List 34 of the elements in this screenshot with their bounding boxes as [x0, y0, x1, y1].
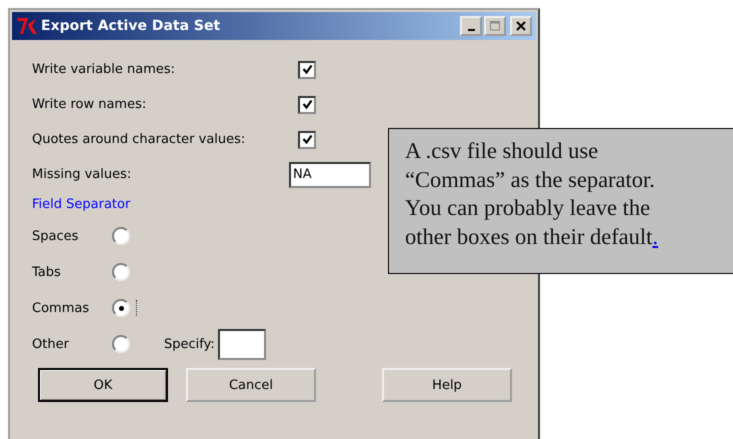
radio-label: Commas	[32, 300, 90, 316]
maximize-icon	[490, 21, 500, 31]
radio-button[interactable]	[112, 299, 130, 317]
focus-indicator	[136, 300, 137, 316]
close-button[interactable]	[510, 16, 532, 36]
minimize-icon	[468, 29, 474, 31]
checkmark-icon	[302, 134, 312, 145]
checkbox-label: Quotes around character values:	[32, 132, 246, 147]
callout-text: A .csv file should use “Commas” as the separator. You can probably leave the other boxes on their default.	[405, 137, 660, 250]
radio-label: Tabs	[32, 264, 62, 280]
close-icon	[516, 21, 526, 31]
field-label: Specify:	[164, 336, 215, 352]
radio-label: Other	[32, 336, 70, 352]
dialog-button[interactable]: Cancel	[186, 368, 316, 402]
dialog-button[interactable]: OK	[38, 368, 168, 402]
checkbox-label: Write variable names:	[32, 62, 176, 77]
checkmark-icon	[302, 99, 312, 110]
window-title: Export Active Data Set	[41, 18, 222, 34]
field-label: Missing values:	[32, 167, 132, 182]
radio-label: Spaces	[32, 228, 80, 244]
checkbox[interactable]	[298, 130, 316, 148]
checkbox[interactable]	[298, 96, 316, 114]
minimize-button[interactable]	[460, 16, 482, 36]
checkbox-label: Write row names:	[32, 97, 148, 112]
input-field[interactable]: NA	[289, 162, 371, 188]
section-heading: Field Separator	[32, 196, 130, 214]
radio-button[interactable]	[112, 227, 130, 245]
radio-button[interactable]	[112, 263, 130, 281]
radio-button[interactable]	[112, 335, 130, 353]
checkbox[interactable]	[298, 60, 316, 78]
dialog-button[interactable]: Help	[382, 368, 512, 402]
checkmark-icon	[302, 64, 312, 75]
text-link[interactable]: .	[652, 224, 658, 248]
input-field[interactable]	[218, 328, 266, 360]
